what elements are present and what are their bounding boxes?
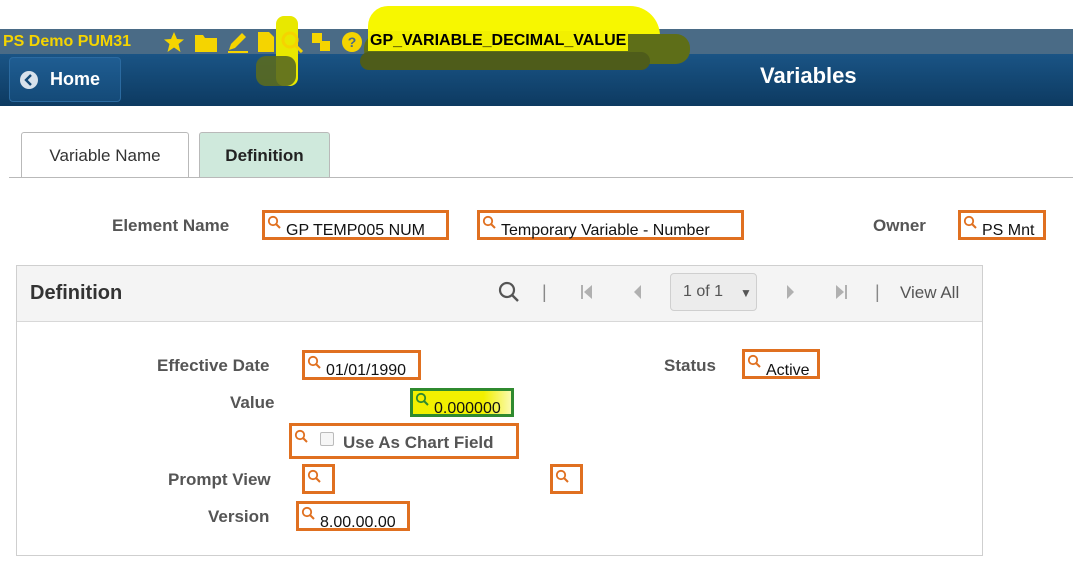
separator: | (875, 282, 880, 302)
pencil-icon[interactable] (226, 31, 250, 53)
tab-variable-name[interactable]: Variable Name (21, 132, 189, 177)
element-name-field[interactable]: GP TEMP005 NUM (262, 210, 449, 240)
document-icon[interactable] (254, 31, 278, 53)
tab-divider (9, 177, 1073, 178)
help-icon[interactable]: ? (340, 31, 364, 53)
owner-field[interactable]: PS Mnt (958, 210, 1046, 240)
owner-value: PS Mnt (982, 222, 1035, 239)
lookup-icon[interactable] (747, 354, 761, 368)
view-all-link[interactable]: View All (900, 283, 959, 303)
lookup-icon[interactable] (307, 355, 321, 369)
highlight-mark (256, 56, 296, 86)
search-icon[interactable] (497, 280, 521, 304)
tab-definition[interactable]: Definition (199, 132, 330, 177)
effective-date-field[interactable]: 01/01/1990 (302, 350, 421, 380)
lookup-icon[interactable] (963, 215, 977, 229)
back-chevron-icon (20, 71, 38, 89)
magnifier-icon[interactable] (280, 31, 304, 53)
element-description-field[interactable]: Temporary Variable - Number (477, 210, 744, 240)
lookup-icon[interactable] (301, 506, 315, 520)
lookup-icon[interactable] (267, 215, 281, 229)
lookup-icon[interactable] (482, 215, 496, 229)
chart-field-label: Use As Chart Field (343, 433, 494, 452)
system-title: PS Demo PUM31 (3, 33, 132, 50)
previous-page-icon[interactable] (629, 283, 647, 301)
grid-title: Definition (30, 282, 123, 304)
home-label: Home (50, 69, 101, 89)
status-value: Active (766, 362, 810, 379)
version-label: Version (208, 507, 270, 526)
next-page-icon[interactable] (781, 283, 799, 301)
page-title: Variables (760, 63, 857, 88)
pager-dropdown[interactable]: 1 of 1 ▼ (670, 273, 757, 311)
lookup-icon[interactable] (307, 469, 321, 483)
prompt-view-label: Prompt View (168, 470, 271, 489)
effective-date-label: Effective Date (157, 356, 270, 375)
chart-field-option[interactable]: Use As Chart Field (289, 423, 519, 459)
chart-field-checkbox[interactable] (320, 432, 334, 446)
svg-text:?: ? (348, 34, 357, 50)
variable-name-label: GP_VARIABLE_DECIMAL_VALUE (368, 31, 629, 51)
star-icon[interactable] (162, 31, 186, 53)
owner-label: Owner (873, 216, 926, 235)
prompt-view-description-field[interactable] (550, 464, 583, 494)
status-label: Status (664, 356, 716, 375)
lookup-icon[interactable] (555, 469, 569, 483)
version-value: 8.00.00.00 (320, 514, 396, 531)
status-field[interactable]: Active (742, 349, 820, 379)
separator: | (542, 282, 547, 302)
grid-header: Definition | 1 of 1 ▼ | View All (17, 266, 982, 322)
highlight-mark (360, 52, 650, 70)
chevron-down-icon: ▼ (740, 286, 752, 300)
pager-value: 1 of 1 (683, 283, 724, 300)
folder-icon[interactable] (194, 31, 218, 53)
element-name-value: GP TEMP005 NUM (286, 222, 426, 239)
lookup-icon[interactable] (294, 429, 308, 443)
home-button[interactable]: Home (9, 57, 121, 102)
prompt-view-field[interactable] (302, 464, 335, 494)
element-description-value: Temporary Variable - Number (501, 222, 710, 239)
element-name-label: Element Name (112, 216, 230, 235)
value-value: 0.000000 (434, 400, 501, 417)
value-label: Value (230, 393, 275, 412)
lookup-icon[interactable] (415, 392, 429, 406)
version-field[interactable]: 8.00.00.00 (296, 501, 410, 531)
last-page-icon[interactable] (832, 283, 850, 301)
tree-icon[interactable] (310, 31, 334, 53)
value-field[interactable]: 0.000000 (410, 388, 514, 417)
effective-date-value: 01/01/1990 (326, 362, 407, 379)
first-page-icon[interactable] (578, 283, 596, 301)
